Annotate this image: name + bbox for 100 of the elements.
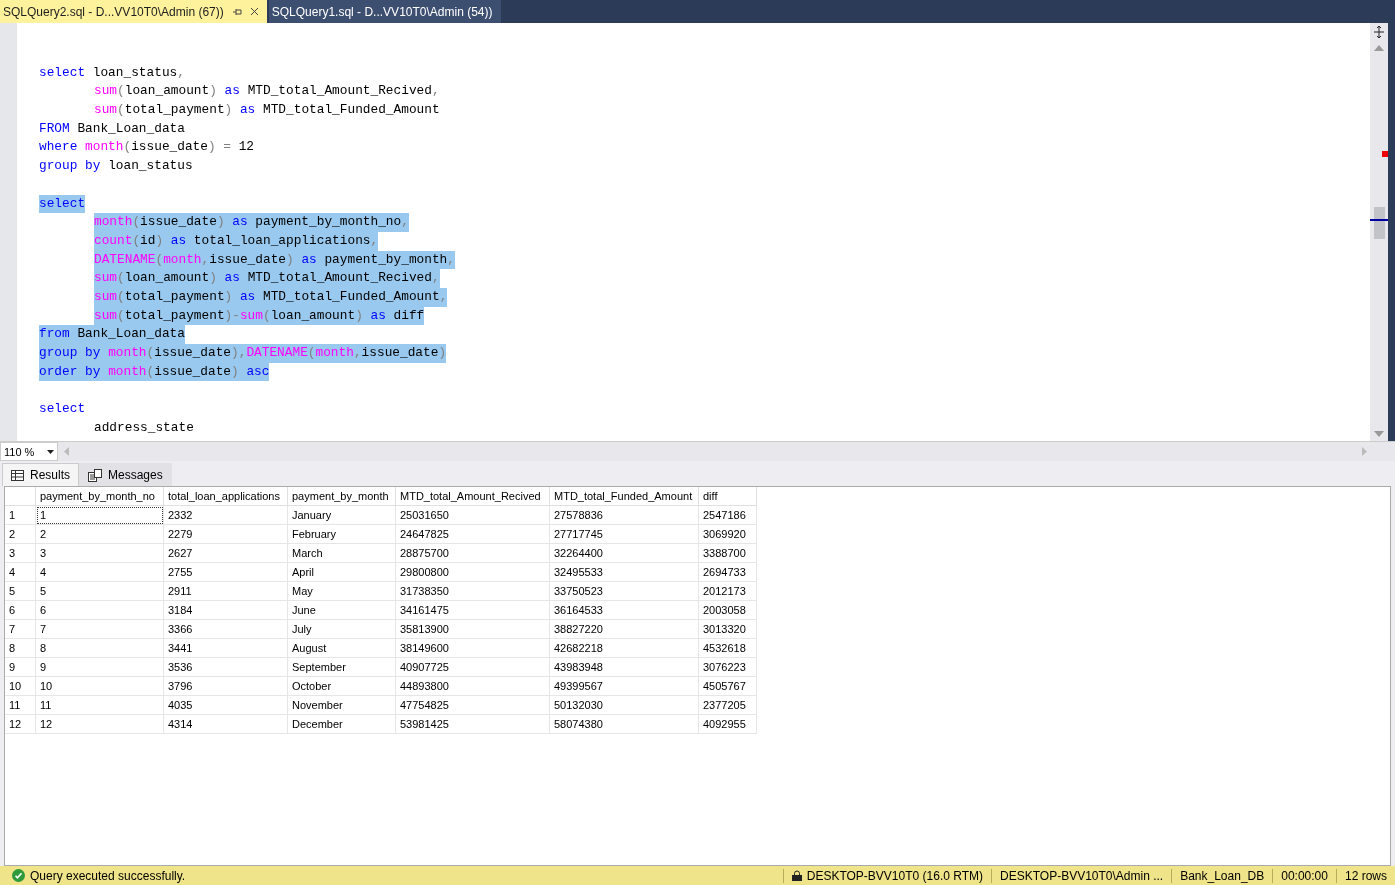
table-cell: 42682218 bbox=[549, 638, 699, 658]
table-cell: 3536 bbox=[163, 657, 288, 677]
table-cell: 25031650 bbox=[395, 505, 550, 525]
table-cell: 4314 bbox=[163, 714, 288, 734]
table-cell: 34161475 bbox=[395, 600, 550, 620]
table-cell: 2547186 bbox=[698, 505, 757, 525]
results-tab[interactable]: Messages bbox=[79, 463, 172, 486]
lock-icon bbox=[791, 870, 802, 881]
table-cell: 7 bbox=[35, 619, 164, 639]
table-cell: 29800800 bbox=[395, 562, 550, 582]
code-line: group by loan_status bbox=[39, 157, 193, 176]
elapsed-time: 00:00:00 bbox=[1272, 868, 1336, 883]
table-cell: 3 bbox=[35, 543, 164, 563]
table-cell: 2627 bbox=[163, 543, 288, 563]
column-header[interactable]: payment_by_month_no bbox=[35, 487, 164, 506]
scroll-up-icon[interactable] bbox=[1374, 45, 1384, 51]
table-cell: 38827220 bbox=[549, 619, 699, 639]
scroll-down-icon[interactable] bbox=[1374, 431, 1384, 437]
table-cell: 36164533 bbox=[549, 600, 699, 620]
messages-icon bbox=[88, 468, 102, 482]
table-cell: 27717745 bbox=[549, 524, 699, 544]
scroll-thumb[interactable] bbox=[1370, 207, 1388, 239]
table-cell: 32495533 bbox=[549, 562, 699, 582]
row-number: 11 bbox=[5, 695, 36, 715]
table-cell: October bbox=[287, 676, 396, 696]
table-cell: 2332 bbox=[163, 505, 288, 525]
table-cell: 4532618 bbox=[698, 638, 757, 658]
column-header[interactable]: diff bbox=[698, 487, 757, 506]
table-cell: June bbox=[287, 600, 396, 620]
table-cell: 3441 bbox=[163, 638, 288, 658]
table-cell: March bbox=[287, 543, 396, 563]
column-header[interactable]: MTD_total_Amount_Recived bbox=[395, 487, 550, 506]
table-cell: 4505767 bbox=[698, 676, 757, 696]
row-number: 4 bbox=[5, 562, 36, 582]
table-cell: 11 bbox=[35, 695, 164, 715]
close-icon[interactable] bbox=[249, 7, 259, 16]
table-cell: January bbox=[287, 505, 396, 525]
table-cell: 31738350 bbox=[395, 581, 550, 601]
table-cell: 32264400 bbox=[549, 543, 699, 563]
zoom-dropdown[interactable]: 110 % bbox=[0, 442, 58, 461]
code-line: address_state bbox=[93, 418, 194, 437]
table-cell: 3388700 bbox=[698, 543, 757, 563]
table-cell: 24647825 bbox=[395, 524, 550, 544]
user-name: DESKTOP-BVV10T0\Admin ... bbox=[991, 868, 1172, 883]
table-cell: August bbox=[287, 638, 396, 658]
split-icon[interactable] bbox=[1372, 25, 1386, 39]
database-name: Bank_Loan_DB bbox=[1171, 868, 1273, 883]
row-number: 7 bbox=[5, 619, 36, 639]
table-cell: February bbox=[287, 524, 396, 544]
table-cell: 2755 bbox=[163, 562, 288, 582]
document-tab[interactable]: SQLQuery2.sql - D...VV10T0\Admin (67)) bbox=[0, 0, 267, 23]
caret-icon bbox=[47, 449, 54, 454]
row-number: 2 bbox=[5, 524, 36, 544]
table-cell: 3184 bbox=[163, 600, 288, 620]
column-header[interactable]: payment_by_month bbox=[287, 487, 396, 506]
code-line: where month(issue_date) = 12 bbox=[39, 138, 255, 157]
table-cell: 3069920 bbox=[698, 524, 757, 544]
server-name: DESKTOP-BVV10T0 (16.0 RTM) bbox=[806, 868, 983, 883]
table-cell: 44893800 bbox=[395, 676, 550, 696]
code-line: select loan_status, bbox=[39, 63, 185, 82]
table-cell: 38149600 bbox=[395, 638, 550, 658]
pin-icon[interactable] bbox=[231, 6, 242, 17]
document-tab[interactable]: SQLQuery1.sql - D...VV10T0\Admin (54)) bbox=[268, 0, 501, 23]
row-number: 3 bbox=[5, 543, 36, 563]
table-cell: December bbox=[287, 714, 396, 734]
column-header[interactable]: MTD_total_Funded_Amount bbox=[549, 487, 699, 506]
table-cell: April bbox=[287, 562, 396, 582]
row-number: 8 bbox=[5, 638, 36, 658]
row-count: 12 rows bbox=[1335, 868, 1395, 883]
table-cell: September bbox=[287, 657, 396, 677]
table-cell: 4035 bbox=[163, 695, 288, 715]
table-cell: 6 bbox=[35, 600, 164, 620]
table-cell: 9 bbox=[35, 657, 164, 677]
table-cell: 53981425 bbox=[395, 714, 550, 734]
table-cell: November bbox=[287, 695, 396, 715]
row-number: 12 bbox=[5, 714, 36, 734]
change-marker-icon bbox=[1382, 151, 1388, 157]
table-cell: May bbox=[287, 581, 396, 601]
code-line: sum(loan_amount) as MTD_total_Amount_Recived, bbox=[93, 82, 440, 101]
table-cell: 2377205 bbox=[698, 695, 757, 715]
table-cell: 2279 bbox=[163, 524, 288, 544]
table-cell: 12 bbox=[35, 714, 164, 734]
table-cell: 33750523 bbox=[549, 581, 699, 601]
grid-icon bbox=[11, 469, 24, 481]
table-cell: 2694733 bbox=[698, 562, 757, 582]
table-cell: 1 bbox=[35, 505, 164, 525]
table-cell: 40907725 bbox=[395, 657, 550, 677]
table-cell: 2911 bbox=[163, 581, 288, 601]
check-icon bbox=[12, 869, 25, 882]
results-tab[interactable]: Results bbox=[2, 463, 79, 486]
table-cell: 5 bbox=[35, 581, 164, 601]
table-cell: 3796 bbox=[163, 676, 288, 696]
table-cell: 49399567 bbox=[549, 676, 699, 696]
column-header[interactable]: total_loan_applications bbox=[163, 487, 288, 506]
table-cell: 10 bbox=[35, 676, 164, 696]
table-cell: 2003058 bbox=[698, 600, 757, 620]
table-cell: 28875700 bbox=[395, 543, 550, 563]
row-number: 9 bbox=[5, 657, 36, 677]
table-cell: July bbox=[287, 619, 396, 639]
table-cell: 2 bbox=[35, 524, 164, 544]
